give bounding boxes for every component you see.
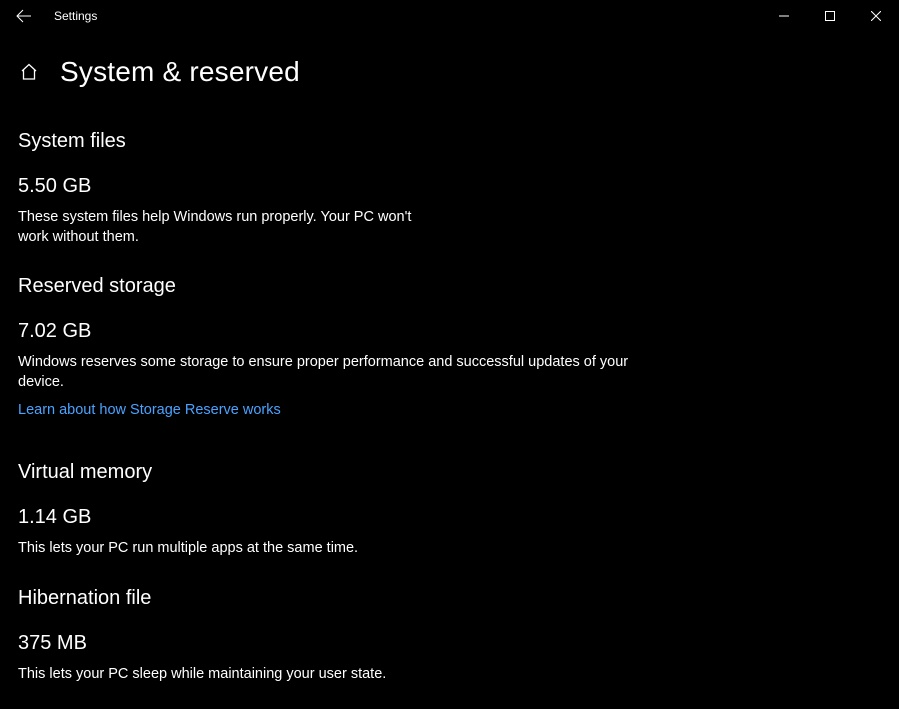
reserved-storage-desc: Windows reserves some storage to ensure … bbox=[18, 353, 658, 392]
reserved-storage-heading: Reserved storage bbox=[18, 275, 881, 298]
window-controls bbox=[761, 0, 899, 32]
system-files-value: 5.50 GB bbox=[18, 175, 881, 198]
minimize-icon bbox=[779, 11, 789, 21]
page-header: System & reserved bbox=[0, 32, 899, 96]
home-button[interactable] bbox=[18, 61, 40, 83]
virtual-memory-heading: Virtual memory bbox=[18, 461, 881, 484]
section-virtual-memory: Virtual memory 1.14 GB This lets your PC… bbox=[18, 461, 881, 559]
close-button[interactable] bbox=[853, 0, 899, 32]
hibernation-file-value: 375 MB bbox=[18, 632, 881, 655]
maximize-button[interactable] bbox=[807, 0, 853, 32]
back-button[interactable] bbox=[8, 0, 40, 32]
minimize-button[interactable] bbox=[761, 0, 807, 32]
section-reserved-storage: Reserved storage 7.02 GB Windows reserve… bbox=[18, 275, 881, 419]
titlebar: Settings bbox=[0, 0, 899, 32]
maximize-icon bbox=[825, 11, 835, 21]
back-arrow-icon bbox=[16, 8, 32, 24]
app-title: Settings bbox=[54, 9, 97, 23]
system-files-desc: These system files help Windows run prop… bbox=[18, 208, 438, 247]
content: System files 5.50 GB These system files … bbox=[0, 96, 899, 704]
page-title: System & reserved bbox=[60, 56, 300, 88]
virtual-memory-desc: This lets your PC run multiple apps at t… bbox=[18, 539, 658, 559]
home-icon bbox=[19, 62, 39, 82]
system-files-heading: System files bbox=[18, 130, 881, 153]
section-system-files: System files 5.50 GB These system files … bbox=[18, 130, 881, 247]
virtual-memory-value: 1.14 GB bbox=[18, 506, 881, 529]
storage-reserve-link[interactable]: Learn about how Storage Reserve works bbox=[18, 402, 281, 418]
reserved-storage-value: 7.02 GB bbox=[18, 320, 881, 343]
close-icon bbox=[871, 11, 881, 21]
hibernation-file-heading: Hibernation file bbox=[18, 587, 881, 610]
hibernation-file-desc: This lets your PC sleep while maintainin… bbox=[18, 665, 658, 685]
section-hibernation-file: Hibernation file 375 MB This lets your P… bbox=[18, 587, 881, 685]
